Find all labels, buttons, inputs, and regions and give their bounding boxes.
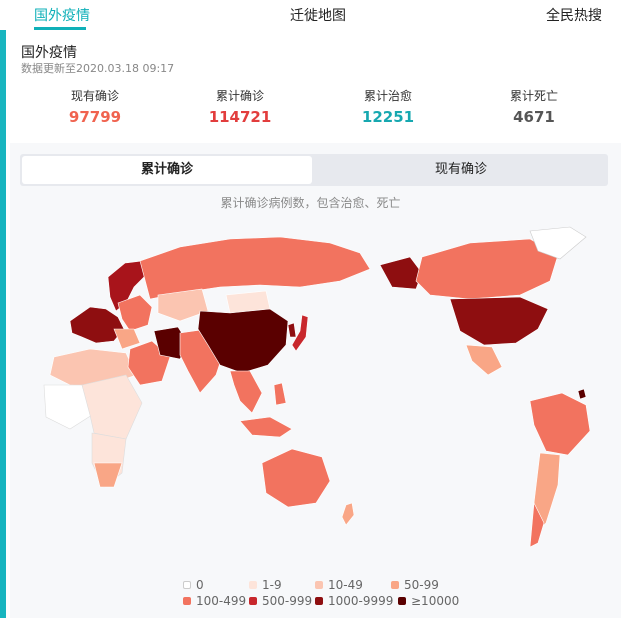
region-new-zealand <box>341 502 355 526</box>
legend-item-1000-9999: 1000-9999 <box>315 593 393 609</box>
region-caribbean <box>577 388 587 400</box>
stat-total-deaths: 累计死亡 4671 <box>474 86 594 128</box>
stat-value: 97799 <box>68 108 122 126</box>
region-usa <box>449 296 549 346</box>
map-caption: 累计确诊病例数，包含治愈、死亡 <box>220 196 401 210</box>
active-tab-indicator <box>34 27 86 30</box>
legend-label: 1000-9999 <box>328 594 394 608</box>
stat-total-confirmed: 累计确诊 114721 <box>180 86 300 128</box>
metric-toggle: 累计确诊 现有确诊 <box>20 154 608 186</box>
tab-overseas[interactable]: 国外疫情 <box>34 5 90 25</box>
region-mexico <box>465 344 503 376</box>
toggle-current-confirmed[interactable]: 现有确诊 <box>316 156 606 184</box>
world-map[interactable] <box>30 225 590 565</box>
legend-label: 1-9 <box>262 578 282 592</box>
region-indonesia <box>239 416 293 438</box>
section-title: 国外疫情 <box>21 45 77 61</box>
map-panel: 累计确诊 现有确诊 累计确诊病例数，包含治愈、死亡 0 1-9 10-49 50… <box>10 143 621 618</box>
legend-swatch <box>183 581 191 589</box>
stat-label: 累计确诊 <box>215 89 264 103</box>
legend-item-500-999: 500-999 <box>249 593 312 609</box>
legend-item-0: 0 <box>183 577 204 593</box>
legend-swatch <box>183 597 191 605</box>
legend-item-50-99: 50-99 <box>391 577 439 593</box>
stat-value: 12251 <box>361 108 415 126</box>
legend-swatch <box>249 597 257 605</box>
stat-label: 累计死亡 <box>509 89 558 103</box>
legend-label: 50-99 <box>404 578 439 592</box>
stat-label: 累计治愈 <box>363 89 412 103</box>
stat-label: 现有确诊 <box>70 89 119 103</box>
legend-label: 500-999 <box>262 594 313 608</box>
tab-migration-map[interactable]: 迁徙地图 <box>290 5 346 25</box>
legend-swatch <box>315 597 323 605</box>
legend-item-10000-plus: ≥10000 <box>398 593 459 609</box>
stat-value: 4671 <box>513 108 555 126</box>
stat-current-confirmed: 现有确诊 97799 <box>35 86 155 128</box>
stats-row: 现有确诊 97799 累计确诊 114721 累计治愈 12251 累计死亡 4… <box>20 86 610 130</box>
region-australia <box>261 448 331 508</box>
region-south-africa <box>93 462 123 488</box>
legend-item-10-49: 10-49 <box>315 577 363 593</box>
region-philippines <box>273 382 287 406</box>
legend-swatch <box>249 581 257 589</box>
region-alaska <box>379 256 423 290</box>
legend-item-1-9: 1-9 <box>249 577 282 593</box>
legend-swatch <box>315 581 323 589</box>
legend-label: 100-499 <box>196 594 247 608</box>
update-time: 数据更新至2020.03.18 09:17 <box>21 62 175 75</box>
region-europe-west <box>69 306 125 344</box>
legend-swatch <box>391 581 399 589</box>
region-russia <box>139 236 371 300</box>
top-nav: 国外疫情 迁徙地图 全民热搜 <box>0 0 621 30</box>
region-korea <box>287 322 297 338</box>
legend-swatch <box>398 597 406 605</box>
region-balkans <box>113 328 141 350</box>
region-se-asia <box>229 370 263 414</box>
legend-label: 10-49 <box>328 578 363 592</box>
legend-item-100-499: 100-499 <box>183 593 246 609</box>
stat-value: 114721 <box>208 108 272 126</box>
toggle-total-confirmed[interactable]: 累计确诊 <box>22 156 312 184</box>
stat-total-recovered: 累计治愈 12251 <box>328 86 448 128</box>
legend-label: ≥10000 <box>411 594 460 608</box>
tab-hot-search[interactable]: 全民热搜 <box>546 5 602 25</box>
legend-label: 0 <box>196 578 204 592</box>
left-accent-bar <box>0 30 6 618</box>
region-south-america-north <box>529 392 590 456</box>
region-central-africa <box>81 374 143 440</box>
